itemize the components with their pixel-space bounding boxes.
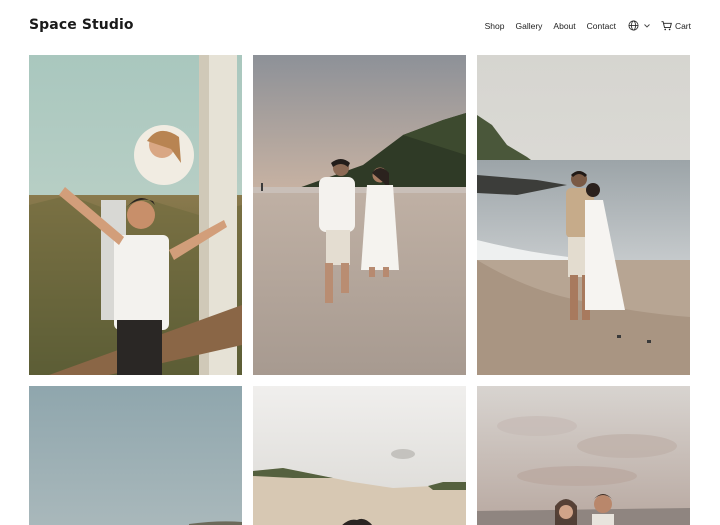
cart-button[interactable]: Cart [661,21,691,31]
globe-icon [628,20,639,31]
language-selector[interactable] [628,20,650,31]
nav-shop-link[interactable]: Shop [485,21,505,31]
cart-icon [661,20,672,30]
gallery-photo[interactable] [253,55,466,375]
nav-contact-link[interactable]: Contact [587,21,616,31]
cart-label: Cart [674,20,691,31]
photo-beach-sunset-image [253,55,466,375]
gallery-photo[interactable] [29,386,242,525]
gallery-photo[interactable] [29,55,242,375]
photo-sand-dunes-image [253,386,466,525]
photo-sky-field-image [29,386,242,525]
site-logo[interactable]: Space Studio [29,17,134,33]
gallery-photo[interactable] [253,386,466,525]
site-header: Space Studio Shop Gallery About Contact … [0,0,720,54]
gallery-photo[interactable] [477,55,690,375]
photo-couple-cloudy-beach-image [477,386,690,525]
nav-about-link[interactable]: About [553,21,575,31]
main-nav: Shop Gallery About Contact Cart [485,20,691,31]
photo-shoreline-embrace-image [477,55,690,375]
nav-gallery-link[interactable]: Gallery [515,21,542,31]
chevron-down-icon [644,23,650,28]
gallery-photo[interactable] [477,386,690,525]
photo-couple-grass-image [29,55,242,375]
